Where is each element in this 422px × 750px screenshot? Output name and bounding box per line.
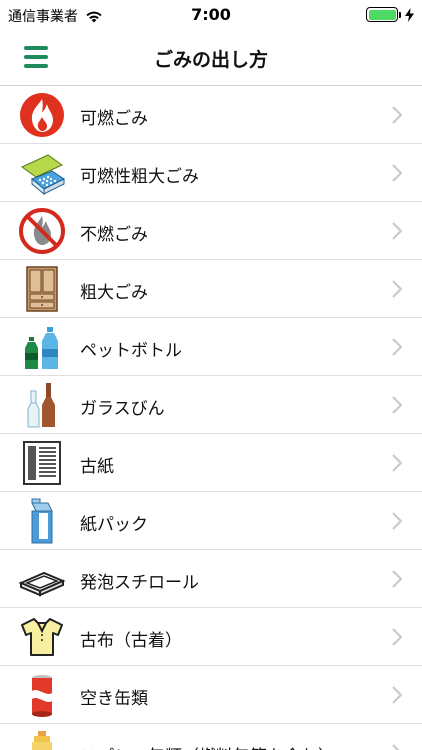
list-item-burnable[interactable]: 可燃ごみ (0, 86, 422, 144)
shirt-icon (21, 618, 63, 656)
list-item-old-cloth[interactable]: 古布（古着） (0, 608, 422, 666)
list-item-label: 紙パック (80, 515, 148, 535)
list-item-nonburnable[interactable]: 不燃ごみ (0, 202, 422, 260)
chevron-right-icon (392, 222, 402, 240)
chevron-right-icon (392, 570, 402, 588)
newspaper-icon (23, 441, 61, 485)
list-item-pet-bottle[interactable]: ペットボトル (0, 318, 422, 376)
list-item-label: スプレー缶類（燃料缶等を含む） (80, 742, 335, 750)
list-item-styrofoam[interactable]: 発泡スチロール (0, 550, 422, 608)
list-item-label: 不燃ごみ (80, 225, 148, 245)
status-time: 7:00 (191, 5, 231, 24)
charging-bolt-icon (405, 7, 414, 22)
chevron-right-icon (392, 686, 402, 704)
list-item-spray-cans[interactable]: スプレー缶類（燃料缶等を含む） (0, 724, 422, 750)
battery-indicator (366, 7, 414, 22)
list-item-paper-carton[interactable]: 紙パック (0, 492, 422, 550)
flame-icon (20, 93, 64, 137)
list-item-label: ペットボトル (80, 341, 182, 361)
no-burn-icon (19, 208, 65, 254)
list-item-waste-paper[interactable]: 古紙 (0, 434, 422, 492)
spray-can-icon (32, 731, 52, 750)
garbage-category-list: 可燃ごみ 可燃性粗大ごみ 不燃ごみ 粗大ごみ ペットボトル ガラスびん 古紙 紙… (0, 86, 422, 750)
navigation-bar: ごみの出し方 (0, 30, 422, 86)
list-item-label: 空き缶類 (80, 689, 148, 709)
chevron-right-icon (392, 744, 400, 750)
list-item-label: 発泡スチロール (80, 573, 199, 593)
list-item-label: 古布（古着） (80, 631, 182, 651)
list-item-burnable-bulky[interactable]: 可燃性粗大ごみ (0, 144, 422, 202)
page-title: ごみの出し方 (153, 49, 268, 71)
chevron-right-icon (392, 280, 402, 298)
list-item-label: ガラスびん (80, 399, 165, 419)
mattress-icon (21, 154, 65, 196)
list-item-label: 可燃ごみ (80, 109, 148, 129)
cabinet-icon (26, 266, 58, 312)
soda-can-icon (32, 675, 52, 717)
list-item-label: 粗大ごみ (80, 283, 148, 303)
list-item-label: 古紙 (80, 457, 114, 477)
chevron-right-icon (392, 396, 402, 414)
glass-bottle-icon (27, 383, 55, 428)
list-item-bulky[interactable]: 粗大ごみ (0, 260, 422, 318)
chevron-right-icon (392, 512, 402, 530)
list-item-glass-bottle[interactable]: ガラスびん (0, 376, 422, 434)
chevron-right-icon (392, 106, 402, 124)
chevron-right-icon (392, 338, 402, 356)
styrofoam-tray-icon (18, 571, 66, 597)
pet-bottle-icon (25, 327, 58, 369)
battery-icon (366, 7, 398, 22)
status-bar: 通信事業者 7:00 (0, 0, 422, 30)
chevron-right-icon (392, 628, 402, 646)
milk-carton-icon (31, 498, 53, 544)
chevron-right-icon (392, 164, 402, 182)
list-item-label: 可燃性粗大ごみ (80, 167, 199, 187)
chevron-right-icon (392, 454, 402, 472)
list-item-empty-cans[interactable]: 空き缶類 (0, 666, 422, 724)
